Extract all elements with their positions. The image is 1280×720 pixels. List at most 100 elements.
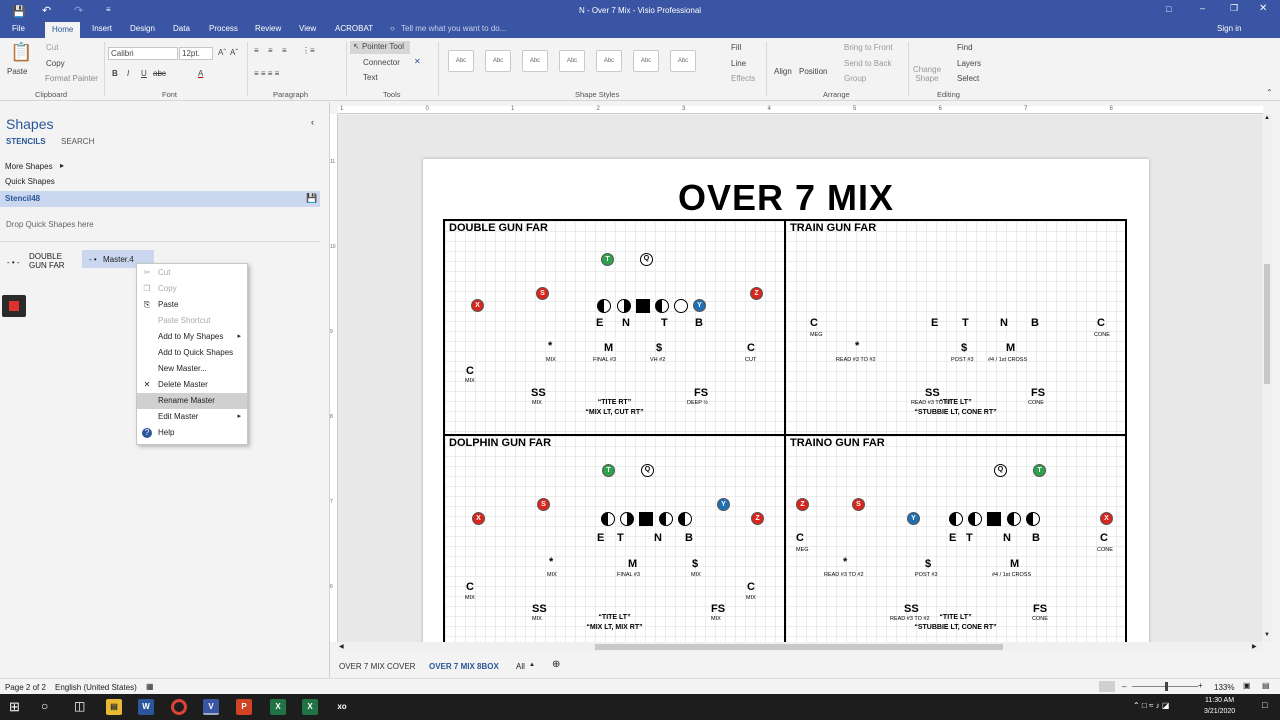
font-size-select[interactable]: 12pt. [179, 47, 213, 60]
page-tab-all[interactable]: All [516, 662, 525, 671]
app-icon[interactable]: xo [334, 699, 350, 715]
powerpoint-icon[interactable]: P [236, 699, 252, 715]
context-menu-item[interactable]: Edit Master ▸ [137, 409, 247, 425]
scroll-right-icon[interactable]: ▶ [1252, 643, 1257, 650]
macro-icon[interactable]: ▦ [146, 682, 154, 691]
xbox-icon[interactable]: X [302, 699, 318, 715]
context-menu-item[interactable]: Add to My Shapes ▸ [137, 329, 247, 345]
tab-process[interactable]: Process [209, 24, 238, 33]
windows-start-icon[interactable]: ⊞ [9, 699, 20, 715]
scroll-up-icon[interactable]: ▲ [1264, 115, 1270, 121]
pointer-tool-button[interactable]: ↖ Pointer Tool [350, 41, 410, 54]
font-color-icon[interactable]: A [198, 69, 203, 78]
copy-button[interactable]: Copy [46, 59, 65, 68]
align-right-icon[interactable]: ≡ [282, 46, 287, 55]
bullets-icon[interactable]: ⋮≡ [302, 46, 315, 55]
minimize-icon[interactable]: – [1200, 3, 1205, 13]
paste-button[interactable]: Paste [7, 67, 27, 76]
context-menu-item[interactable]: ✂ Cut [137, 265, 247, 281]
clock-time[interactable]: 11:30 AM [1205, 697, 1234, 704]
tell-me-input[interactable]: Tell me what you want to do... [401, 24, 506, 33]
align-button[interactable]: Align [774, 67, 792, 76]
restore-ribbon-icon[interactable]: □ [1166, 4, 1171, 14]
zoom-slider[interactable] [1132, 682, 1198, 691]
shrink-font-icon[interactable]: Aˇ [230, 48, 238, 57]
task-view-icon[interactable]: ◫ [74, 699, 85, 713]
tab-design[interactable]: Design [130, 24, 155, 33]
sign-in-link[interactable]: Sign in [1217, 24, 1241, 33]
font-name-select[interactable]: Calibri [108, 47, 178, 60]
group-button[interactable]: Group [844, 74, 866, 83]
grow-font-icon[interactable]: Aˆ [218, 48, 226, 57]
scroll-left-icon[interactable]: ◀ [339, 643, 344, 650]
style-swatch-1[interactable]: Abc [448, 50, 474, 72]
style-swatch-4[interactable]: Abc [559, 50, 585, 72]
style-swatch-3[interactable]: Abc [522, 50, 548, 72]
fit-page-icon[interactable]: ▣ [1243, 681, 1251, 690]
quick-shapes-item[interactable]: Quick Shapes [5, 177, 55, 186]
context-menu-item[interactable]: New Master... [137, 361, 247, 377]
send-to-back-button[interactable]: Send to Back [844, 59, 892, 68]
tab-insert[interactable]: Insert [92, 24, 112, 33]
context-menu-item[interactable]: ? Help [137, 425, 247, 441]
tab-acrobat[interactable]: ACROBAT [335, 24, 373, 33]
stencil-header[interactable]: Stencil48 💾 [0, 191, 320, 207]
text-align-icon[interactable]: ≡ ≡ ≡ ≡ [254, 69, 279, 78]
bold-icon[interactable]: B [112, 69, 118, 78]
context-menu-item[interactable]: Add to Quick Shapes [137, 345, 247, 361]
page-tab-8box[interactable]: OVER 7 MIX 8BOX [429, 662, 499, 671]
drawing-canvas[interactable]: OVER 7 MIX DOUBLE GUN FAR T Q S X Z Y E N T B * MIX M… [338, 115, 1262, 642]
position-button[interactable]: Position [799, 67, 827, 76]
notifications-icon[interactable]: □ [1262, 700, 1267, 710]
context-menu-item[interactable]: ⎘ Paste [137, 297, 247, 313]
change-shape-button[interactable]: Change Shape [913, 65, 941, 83]
search-tab[interactable]: SEARCH [61, 137, 94, 146]
paste-icon[interactable]: 📋 [10, 42, 32, 63]
effects-button[interactable]: Effects [731, 74, 755, 83]
underline-icon[interactable]: U [141, 69, 147, 78]
context-menu-item[interactable]: ❐ Copy [137, 281, 247, 297]
file-explorer-icon[interactable]: ▤ [106, 699, 122, 715]
vertical-scroll-thumb[interactable] [1264, 264, 1270, 384]
close-icon[interactable]: ✕ [1259, 3, 1267, 14]
tab-review[interactable]: Review [255, 24, 281, 33]
horizontal-scrollbar[interactable]: ◀ ▶ [338, 642, 1262, 652]
chrome-icon[interactable] [171, 699, 187, 715]
style-swatch-6[interactable]: Abc [633, 50, 659, 72]
add-page-icon[interactable]: ⊕ [552, 659, 560, 670]
select-button[interactable]: Select [957, 74, 979, 83]
horizontal-scroll-thumb[interactable] [595, 644, 1003, 650]
fill-button[interactable]: Fill [731, 43, 741, 52]
line-button[interactable]: Line [731, 59, 746, 68]
play-diagram-quad[interactable]: DOUBLE GUN FAR T Q S X Z Y E N T B * MIX M FINAL #3 $ VH… [443, 219, 786, 436]
find-button[interactable]: Find [957, 43, 973, 52]
tab-home[interactable]: Home [45, 22, 81, 38]
style-swatch-2[interactable]: Abc [485, 50, 511, 72]
chevron-right-icon[interactable]: ▸ [60, 161, 64, 170]
zoom-in-icon[interactable]: + [1198, 681, 1203, 690]
align-left-icon[interactable]: ≡ [254, 46, 259, 55]
context-menu-item[interactable]: Rename Master [137, 393, 247, 409]
text-tool-button[interactable]: Text [363, 73, 378, 82]
word-icon[interactable]: W [138, 699, 154, 715]
save-stencil-icon[interactable]: 💾 [306, 193, 317, 204]
maximize-icon[interactable]: ❐ [1230, 3, 1238, 14]
zoom-slider-thumb[interactable] [1165, 682, 1168, 691]
page-indicator[interactable]: Page 2 of 2 [5, 683, 46, 692]
zoom-level[interactable]: 133% [1214, 683, 1234, 692]
system-tray-icons[interactable]: ⌃ □ ≈ ♪ ◪ [1133, 701, 1169, 710]
stencil-master-double-gun-far[interactable]: DOUBLE GUN FAR [29, 252, 81, 270]
visio-icon[interactable]: V [203, 699, 219, 715]
zoom-out-icon[interactable]: – [1122, 682, 1126, 691]
excel-icon[interactable]: X [270, 699, 286, 715]
stencils-tab[interactable]: STENCILS [6, 137, 46, 146]
tab-file[interactable]: File [12, 24, 25, 33]
switch-windows-icon[interactable]: ▤ [1262, 681, 1270, 690]
connector-close-icon[interactable]: ✕ [414, 57, 421, 66]
drawing-page[interactable]: OVER 7 MIX DOUBLE GUN FAR T Q S X Z Y E N T B * MIX M… [423, 159, 1149, 642]
search-icon[interactable]: ○ [41, 699, 48, 713]
clock-date[interactable]: 3/21/2020 [1204, 708, 1235, 715]
play-diagram-quad[interactable]: DOLPHIN GUN FAR T Q S X Z Y E T N B * MIX M FINAL #3 $ M… [443, 434, 786, 642]
align-center-icon[interactable]: ≡ [268, 46, 273, 55]
layers-button[interactable]: Layers [957, 59, 981, 68]
